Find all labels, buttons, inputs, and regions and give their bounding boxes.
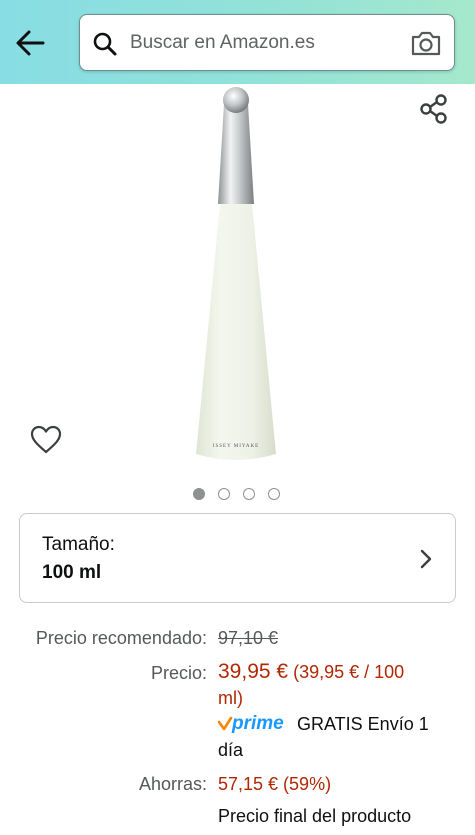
- savings-label: Ahorras:: [138, 774, 207, 794]
- chevron-right-icon: [420, 549, 432, 569]
- back-button[interactable]: [12, 26, 48, 60]
- header-bar: [0, 0, 475, 84]
- perfume-bottle-image: ISSEY MIYAKE: [196, 87, 276, 460]
- carousel-dot-3[interactable]: [243, 488, 255, 500]
- search-icon: [93, 32, 117, 56]
- arrow-left-icon: [16, 30, 45, 56]
- brand-mark: ISSEY MIYAKE: [213, 444, 259, 449]
- size-selector[interactable]: Tamaño: 100 ml: [19, 513, 456, 603]
- prime-logo: prime: [218, 713, 284, 734]
- share-icon: [420, 94, 447, 124]
- price-label: Precio:: [150, 663, 207, 683]
- camera-icon[interactable]: [410, 29, 442, 57]
- carousel-dot-4[interactable]: [268, 488, 280, 500]
- carousel-indicator: [193, 488, 283, 502]
- carousel-dot-2[interactable]: [218, 488, 230, 500]
- size-label: Tamaño:: [42, 534, 115, 555]
- unit-price-continued: ml): [218, 688, 243, 708]
- product-image[interactable]: ISSEY MIYAKE: [186, 86, 286, 466]
- list-price-label: Precio recomendado:: [35, 628, 207, 648]
- price-line: 39,95 € (39,95 € / 100: [218, 660, 404, 684]
- final-price-note: Precio final del producto: [218, 806, 412, 826]
- carousel-dot-1[interactable]: [193, 488, 205, 500]
- size-value: 100 ml: [42, 562, 102, 583]
- price-value: 39,95 €: [218, 660, 289, 683]
- heart-outline-icon: [30, 425, 62, 454]
- wishlist-button[interactable]: [29, 424, 63, 456]
- shipping-text: GRATIS Envío 1: [297, 714, 429, 734]
- unit-price: (39,95 € / 100: [293, 662, 405, 682]
- shipping-text-continued: día: [218, 740, 244, 760]
- share-button[interactable]: [418, 92, 450, 126]
- savings-value: 57,15 € (59%): [218, 774, 332, 794]
- search-input[interactable]: [130, 27, 400, 59]
- search-bar[interactable]: [79, 14, 455, 71]
- list-price: 97,10 €: [218, 628, 279, 648]
- prime-label: prime: [231, 713, 284, 734]
